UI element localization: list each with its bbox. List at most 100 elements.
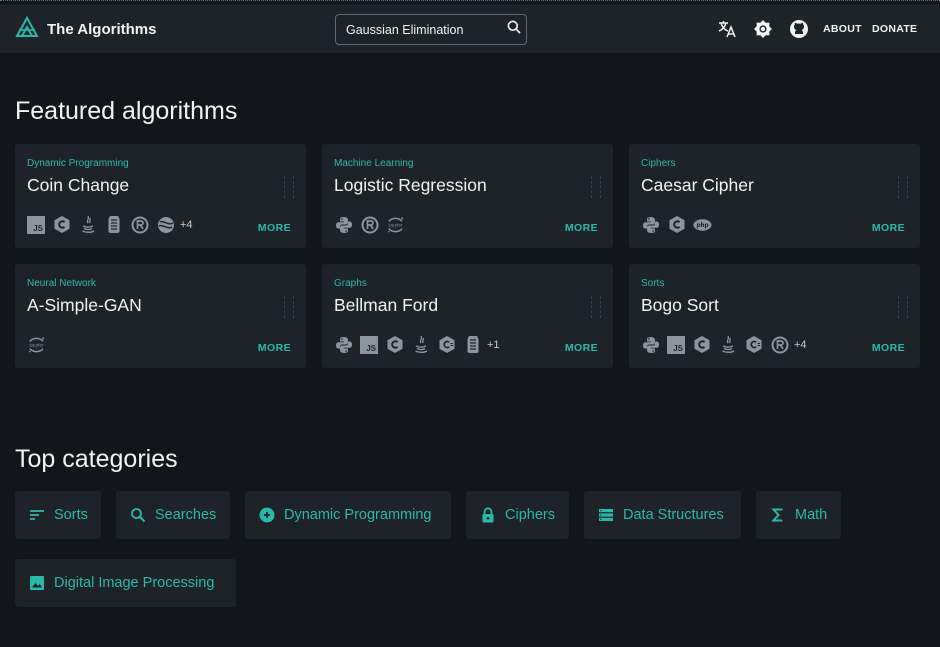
card-more-languages-count: +4 — [180, 218, 193, 231]
python-icon[interactable] — [334, 215, 353, 234]
algorithm-card[interactable]: Machine Learning Logistic Regression jupyt… — [322, 144, 613, 248]
category-button-data-structures[interactable]: Data Structures — [584, 491, 741, 539]
category-button-dynamic-programming[interactable]: Dynamic Programming — [245, 491, 451, 539]
category-label: Ciphers — [505, 507, 555, 523]
category-label: Data Structures — [623, 507, 724, 523]
card-languages: php — [641, 215, 712, 234]
card-languages: JS +4 — [641, 335, 807, 354]
card-category-link[interactable]: Neural Network — [27, 278, 96, 289]
ruby-icon[interactable] — [104, 215, 123, 234]
card-category-link[interactable]: Machine Learning — [334, 158, 414, 169]
category-label: Dynamic Programming — [284, 507, 432, 523]
category-button-digital-image-processing[interactable]: Digital Image Processing — [15, 559, 236, 607]
jupyter-icon[interactable]: jupyter — [27, 335, 46, 354]
card-more-button[interactable]: MORE — [872, 342, 905, 354]
card-decoration — [898, 176, 908, 198]
card-decoration — [591, 296, 601, 318]
card-languages: JS +4 — [27, 215, 193, 234]
c-icon[interactable] — [385, 335, 404, 354]
storage-icon — [598, 507, 614, 523]
search-icon[interactable] — [507, 20, 521, 39]
top-categories-heading: Top categories — [15, 445, 178, 473]
card-more-button[interactable]: MORE — [565, 342, 598, 354]
php-icon[interactable]: php — [693, 215, 712, 234]
ruby-icon[interactable] — [463, 335, 482, 354]
the-algorithms-logo-icon — [15, 15, 39, 43]
python-icon[interactable] — [641, 335, 660, 354]
card-decoration — [284, 176, 294, 198]
featured-heading: Featured algorithms — [15, 97, 238, 125]
card-category-link[interactable]: Graphs — [334, 278, 367, 289]
sigma-icon — [770, 507, 786, 523]
app-title: The Algorithms — [47, 21, 157, 38]
about-link[interactable]: ABOUT — [823, 23, 862, 35]
svg-text:jupyter: jupyter — [28, 342, 43, 347]
csharp-icon[interactable] — [437, 335, 456, 354]
card-category-link[interactable]: Ciphers — [641, 158, 675, 169]
category-button-math[interactable]: Math — [756, 491, 841, 539]
java-icon[interactable] — [411, 335, 430, 354]
algorithm-card[interactable]: Ciphers Caesar Cipher php MORE — [629, 144, 920, 248]
r-icon[interactable] — [130, 215, 149, 234]
javascript-icon[interactable]: JS — [360, 335, 378, 354]
card-algorithm-name[interactable]: Bogo Sort — [641, 295, 719, 316]
card-languages: jupyter — [27, 335, 46, 354]
svg-text:jupyter: jupyter — [387, 222, 402, 227]
card-algorithm-name[interactable]: Bellman Ford — [334, 295, 438, 316]
category-button-searches[interactable]: Searches — [116, 491, 230, 539]
c-icon[interactable] — [667, 215, 686, 234]
category-label: Digital Image Processing — [54, 575, 215, 591]
algorithm-card[interactable]: Dynamic Programming Coin Change JS +4 MORE — [15, 144, 306, 248]
card-decoration — [284, 296, 294, 318]
home-link[interactable]: The Algorithms — [15, 15, 157, 43]
search-icon — [130, 507, 146, 523]
card-more-languages-count: +1 — [487, 338, 500, 351]
sort-icon — [29, 507, 45, 523]
card-more-button[interactable]: MORE — [258, 222, 291, 234]
algorithm-card[interactable]: Sorts Bogo Sort JS +4 MORE — [629, 264, 920, 368]
javascript-icon[interactable]: JS — [667, 335, 685, 354]
card-more-button[interactable]: MORE — [565, 222, 598, 234]
c-icon[interactable] — [52, 215, 71, 234]
category-label: Sorts — [54, 507, 88, 523]
brightness-icon[interactable] — [753, 19, 773, 39]
lock-icon — [480, 507, 496, 523]
python-icon[interactable] — [641, 215, 660, 234]
card-more-button[interactable]: MORE — [258, 342, 291, 354]
card-algorithm-name[interactable]: Caesar Cipher — [641, 175, 754, 196]
javascript-icon[interactable]: JS — [27, 215, 45, 234]
algorithm-card[interactable]: Graphs Bellman Ford JS +1 MORE — [322, 264, 613, 368]
c-icon[interactable] — [692, 335, 711, 354]
card-category-link[interactable]: Dynamic Programming — [27, 158, 129, 169]
dynamic-programming-icon — [259, 507, 275, 523]
java-icon[interactable] — [78, 215, 97, 234]
card-category-link[interactable]: Sorts — [641, 278, 664, 289]
card-algorithm-name[interactable]: Logistic Regression — [334, 175, 487, 196]
jupyter-icon[interactable]: jupyter — [386, 215, 405, 234]
translate-icon[interactable] — [717, 19, 737, 39]
r-icon[interactable] — [360, 215, 379, 234]
card-languages: jupyter — [334, 215, 405, 234]
search-input[interactable] — [346, 22, 507, 37]
category-button-sorts[interactable]: Sorts — [15, 491, 101, 539]
category-label: Math — [795, 507, 828, 523]
csharp-icon[interactable] — [744, 335, 763, 354]
card-languages: JS +1 — [334, 335, 500, 354]
github-icon[interactable] — [789, 19, 809, 39]
r-icon[interactable] — [770, 335, 789, 354]
card-more-languages-count: +4 — [794, 338, 807, 351]
category-button-ciphers[interactable]: Ciphers — [466, 491, 569, 539]
image-icon — [29, 575, 45, 591]
java-icon[interactable] — [718, 335, 737, 354]
donate-link[interactable]: DONATE — [872, 23, 917, 35]
search-box[interactable] — [335, 14, 527, 45]
algorithm-card[interactable]: Neural Network A-Simple-GAN jupyter MORE — [15, 264, 306, 368]
card-algorithm-name[interactable]: A-Simple-GAN — [27, 295, 142, 316]
app-bar: The Algorithms ABOUT DONATE — [0, 4, 940, 53]
card-algorithm-name[interactable]: Coin Change — [27, 175, 129, 196]
scala-icon[interactable] — [156, 215, 175, 234]
python-icon[interactable] — [334, 335, 353, 354]
category-label: Searches — [155, 507, 217, 523]
card-more-button[interactable]: MORE — [872, 222, 905, 234]
svg-text:php: php — [696, 223, 708, 229]
